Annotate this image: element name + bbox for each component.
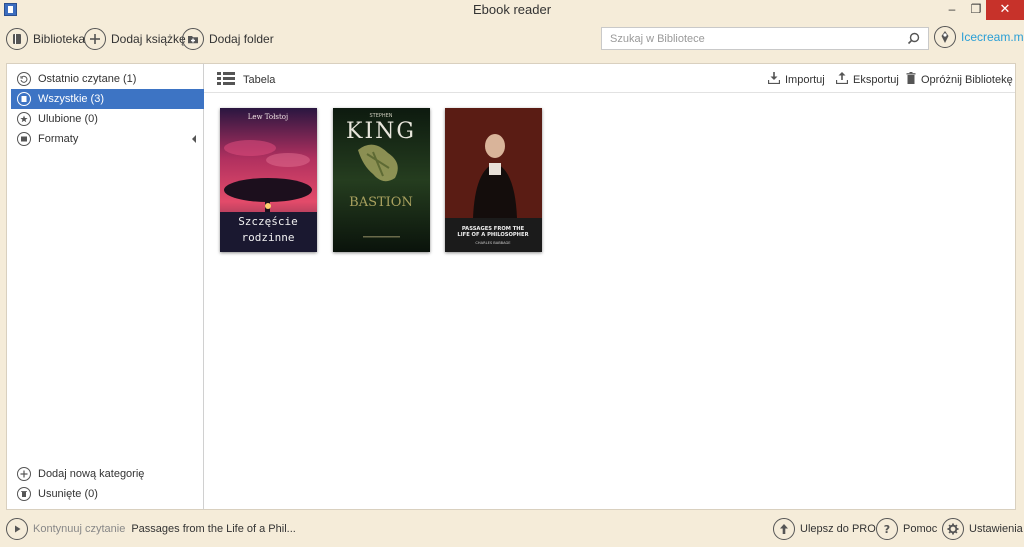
sidebar-item-formats[interactable]: Formaty	[11, 129, 204, 149]
play-icon	[6, 518, 28, 540]
help-button[interactable]: ? Pomoc	[876, 518, 937, 540]
clear-library-button[interactable]: Opróżnij Bibliotekę	[906, 72, 1013, 87]
clear-library-label: Opróżnij Bibliotekę	[921, 73, 1013, 86]
continue-reading-button[interactable]: Kontynuuj czytanie Passages from the Lif…	[6, 518, 296, 540]
formats-icon	[17, 132, 31, 146]
add-book-label: Dodaj książkę	[111, 32, 186, 46]
plus-icon	[17, 467, 31, 481]
library-panel: Tabela Importuj Eksportuj Opróżnij Bibli…	[204, 63, 1016, 510]
settings-button[interactable]: Ustawienia	[942, 518, 1023, 540]
svg-text:?: ?	[884, 523, 890, 535]
library-label: Biblioteka	[33, 32, 86, 46]
arrow-up-icon	[773, 518, 795, 540]
help-label: Pomoc	[903, 523, 938, 535]
view-label: Tabela	[243, 74, 276, 86]
book-title-line: LIFE OF A PHILOSOPHER	[457, 232, 528, 238]
sidebar-item-label: Ostatnio czytane (1)	[38, 73, 137, 85]
star-icon	[17, 112, 31, 126]
expand-arrow-icon[interactable]	[192, 135, 196, 143]
book-title-line: KING	[346, 119, 416, 144]
book-title-line: Szczęście	[238, 215, 298, 228]
brand-label: Icecream.me	[961, 30, 1024, 44]
book-icon	[6, 28, 28, 50]
settings-label: Ustawienia	[969, 523, 1023, 535]
book-cover[interactable]: Lew Tołstoj Szczęście rodzinne	[220, 108, 317, 252]
list-view-icon	[217, 72, 235, 88]
upgrade-pro-label: Ulepsz do PRO	[800, 523, 876, 535]
sidebar-item-label: Usunięte (0)	[38, 488, 98, 500]
export-button[interactable]: Eksportuj	[835, 72, 899, 87]
sidebar-item-label: Formaty	[38, 133, 79, 145]
library-button[interactable]: Biblioteka	[6, 27, 85, 51]
book-title-line: BASTION	[349, 195, 413, 210]
trash-icon	[906, 72, 916, 87]
export-label: Eksportuj	[853, 73, 899, 86]
search-icon[interactable]	[907, 32, 920, 48]
import-button[interactable]: Importuj	[767, 72, 825, 87]
add-folder-label: Dodaj folder	[209, 32, 274, 46]
window-title: Ebook reader	[472, 2, 552, 17]
sidebar-item-label: Wszystkie (3)	[38, 93, 104, 105]
title-bar: Ebook reader – ❐ ✕	[0, 0, 1024, 20]
plus-icon	[84, 28, 106, 50]
sidebar-item-label: Dodaj nową kategorię	[38, 468, 145, 480]
view-toggle-table[interactable]: Tabela	[217, 72, 275, 88]
status-bar: Kontynuuj czytanie Passages from the Lif…	[0, 513, 1024, 547]
sidebar-item-all[interactable]: Wszystkie (3)	[11, 89, 204, 109]
continue-reading-title: Passages from the Life of a Phil...	[131, 523, 296, 535]
book-author: CHARLES BABBAGE	[475, 241, 511, 245]
book-cover[interactable]: STEPHEN KING BASTION	[333, 108, 430, 252]
upload-icon	[835, 72, 849, 87]
add-folder-button[interactable]: Dodaj folder	[182, 27, 274, 51]
question-icon: ?	[876, 518, 898, 540]
upgrade-pro-button[interactable]: Ulepsz do PRO	[773, 518, 876, 540]
import-label: Importuj	[785, 73, 825, 86]
icecream-logo-icon	[934, 26, 956, 48]
brand-link[interactable]: Icecream.me	[934, 26, 1024, 48]
sidebar-item-favorites[interactable]: Ulubione (0)	[11, 109, 204, 129]
sidebar-item-label: Ulubione (0)	[38, 113, 98, 125]
book-title-line: rodzinne	[242, 231, 295, 244]
all-books-icon	[17, 92, 31, 106]
continue-reading-label: Kontynuuj czytanie	[33, 523, 126, 535]
close-button[interactable]: ✕	[986, 0, 1024, 20]
recent-icon	[17, 72, 31, 86]
book-cover[interactable]: PASSAGES FROM THE LIFE OF A PHILOSOPHER …	[445, 108, 542, 252]
sidebar-item-deleted[interactable]: Usunięte (0)	[11, 484, 204, 504]
book-author: Lew Tołstoj	[248, 113, 288, 121]
download-icon	[767, 72, 781, 87]
add-book-button[interactable]: Dodaj książkę	[84, 27, 186, 51]
folder-icon	[182, 28, 204, 50]
add-category-button[interactable]: Dodaj nową kategorię	[11, 464, 204, 484]
library-header: Tabela Importuj Eksportuj Opróżnij Bibli…	[204, 64, 1015, 93]
search-box	[601, 27, 929, 50]
sidebar-item-recent[interactable]: Ostatnio czytane (1)	[11, 69, 204, 89]
sidebar: Ostatnio czytane (1) Wszystkie (3) Ulubi…	[6, 63, 204, 510]
gear-icon	[942, 518, 964, 540]
search-input[interactable]	[602, 28, 892, 49]
trash-icon	[17, 487, 31, 501]
